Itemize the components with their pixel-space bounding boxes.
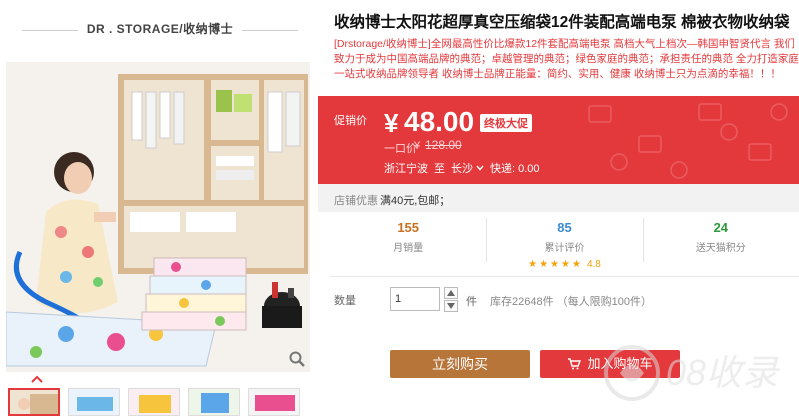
- rating-stars: ★ ★ ★ ★ ★ 4.8: [528, 259, 601, 270]
- divider: [330, 276, 799, 277]
- thumbnail-strip: [8, 388, 308, 416]
- tmall-points: 24 送天猫积分: [642, 212, 799, 274]
- quantity-increase-button[interactable]: [444, 287, 458, 299]
- price-currency: ¥: [384, 108, 399, 138]
- promo-badge: 终极大促: [480, 114, 532, 132]
- product-subtitle: [Drstorage/收纳博士]全网最高性价比爆款12件套配高端电泵 高档大气上…: [334, 38, 799, 80]
- product-title: 收纳博士太阳花超厚真空压缩袋12件装配高端电泵 棉被衣物收纳袋: [334, 14, 790, 31]
- star-icon: ★: [528, 259, 538, 270]
- thumbnail[interactable]: [188, 388, 240, 416]
- points-label: 送天猫积分: [695, 243, 746, 254]
- ship-from: 浙江宁波: [384, 163, 428, 175]
- price-label: 促销价: [334, 115, 367, 127]
- thumbnail[interactable]: [68, 388, 120, 416]
- quantity-label: 数量: [334, 295, 356, 307]
- shop-promo-label: 店铺优惠: [334, 195, 378, 207]
- reviews-count: 85: [557, 220, 572, 235]
- divider: [22, 30, 78, 31]
- sales-label: 月销量: [393, 243, 424, 254]
- stats-row: 155 月销量 85 累计评价 ★ ★ ★ ★ ★ 4.8 24 送天猫积分: [330, 212, 799, 274]
- shipping-fee: 快递: 0.00: [490, 163, 540, 175]
- star-icon: ★: [539, 259, 549, 270]
- chevron-up-icon[interactable]: [30, 374, 44, 384]
- original-price-label: 一口价: [384, 143, 417, 155]
- watermark-logo: 08收录: [604, 345, 780, 401]
- product-detail: 收纳博士太阳花超厚真空压缩袋12件装配高端电泵 棉被衣物收纳袋 [Drstora…: [318, 0, 799, 416]
- quantity-input[interactable]: [390, 287, 440, 311]
- ship-to-select[interactable]: 长沙: [451, 160, 484, 176]
- brand-header: DR . STORAGE/收纳博士: [0, 0, 318, 62]
- chevron-down-icon: [476, 165, 484, 171]
- star-icon: ★: [571, 259, 581, 270]
- points-count: 24: [713, 220, 729, 235]
- quantity-decrease-button[interactable]: [444, 300, 458, 312]
- thumbnail[interactable]: [128, 388, 180, 416]
- monthly-sales: 155 月销量: [330, 212, 486, 274]
- thumbnail[interactable]: [248, 388, 300, 416]
- stock-info: 库存22648件 （每人限购100件）: [490, 296, 652, 308]
- star-icon: ★: [561, 259, 570, 270]
- brand-name: DR . STORAGE/收纳博士: [86, 22, 234, 36]
- product-main-image[interactable]: [6, 62, 310, 372]
- ship-to-word: 至: [434, 163, 445, 175]
- shop-promo-value: 满40元,包邮；: [380, 195, 451, 207]
- product-gallery: DR . STORAGE/收纳博士: [0, 0, 318, 416]
- thumbnail[interactable]: [8, 388, 60, 416]
- quantity-unit: 件: [466, 296, 477, 308]
- background-pattern: [588, 103, 788, 179]
- price-panel: 促销价 ¥ 48.00 终极大促 一口价 ¥ 128.00 浙江宁波 至 长沙 …: [318, 96, 799, 184]
- shipping-info: 浙江宁波 至 长沙 快递: 0.00: [384, 160, 540, 176]
- price-value: 48.00: [404, 106, 475, 137]
- watermark-text: 08收录: [666, 352, 780, 393]
- caret-down-icon: [447, 303, 455, 309]
- original-price-currency: ¥: [414, 140, 421, 152]
- sales-count: 155: [397, 220, 420, 235]
- caret-up-icon: [447, 290, 455, 296]
- zoom-icon[interactable]: [288, 350, 306, 368]
- ship-to-city: 长沙: [451, 163, 473, 175]
- buy-now-button[interactable]: 立刻购买: [390, 350, 530, 378]
- product-photo: [6, 62, 310, 372]
- shop-promo-row: 店铺优惠 满40元,包邮；: [318, 184, 799, 212]
- divider: [242, 30, 298, 31]
- cart-icon: [568, 358, 582, 370]
- star-icon: ★: [550, 259, 560, 270]
- reviews[interactable]: 85 累计评价 ★ ★ ★ ★ ★ 4.8: [486, 212, 642, 274]
- original-price: 128.00: [425, 138, 462, 152]
- rating-score: 4.8: [586, 259, 601, 270]
- reviews-label: 累计评价: [544, 243, 585, 254]
